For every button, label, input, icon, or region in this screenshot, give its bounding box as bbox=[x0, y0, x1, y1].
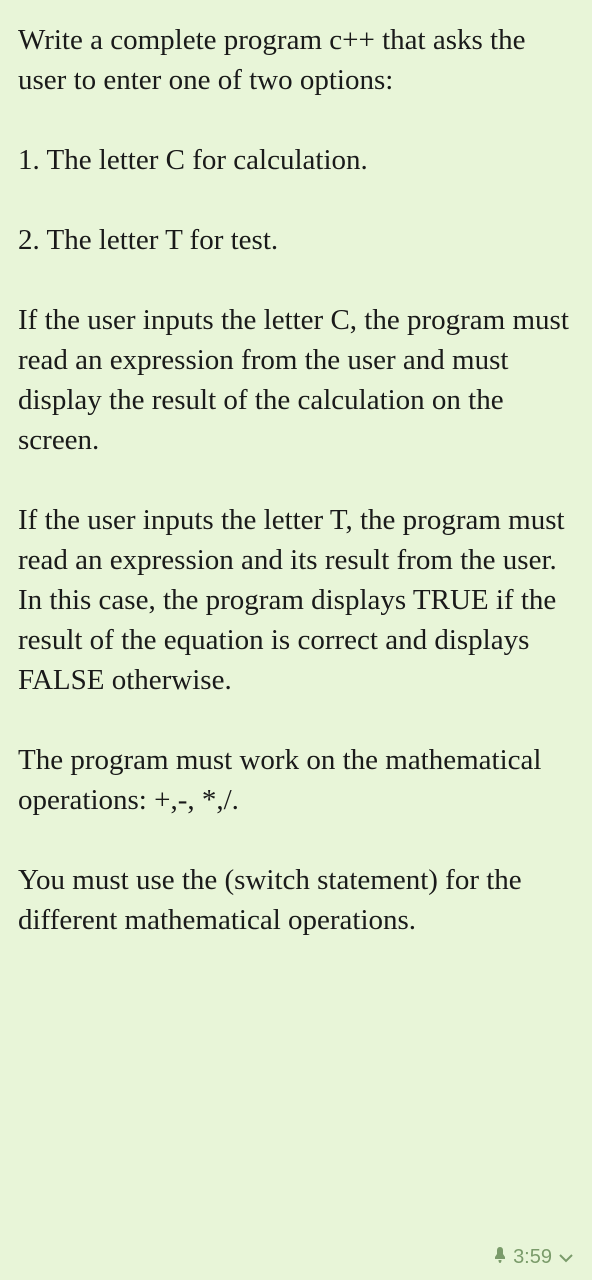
if-t-paragraph: If the user inputs the letter T, the pro… bbox=[18, 500, 574, 700]
chevron-down-icon bbox=[558, 1244, 574, 1272]
operations-paragraph: The program must work on the mathematica… bbox=[18, 740, 574, 820]
option-1-paragraph: 1. The letter C for calculation. bbox=[18, 140, 574, 180]
timestamp-text: 3:59 bbox=[513, 1244, 552, 1272]
switch-paragraph: You must use the (switch statement) for … bbox=[18, 860, 574, 940]
bell-icon bbox=[493, 1244, 507, 1272]
if-c-paragraph: If the user inputs the letter C, the pro… bbox=[18, 300, 574, 460]
message-timestamp: 3:59 bbox=[493, 1244, 574, 1272]
option-2-paragraph: 2. The letter T for test. bbox=[18, 220, 574, 260]
intro-paragraph: Write a complete program c++ that asks t… bbox=[18, 20, 574, 100]
